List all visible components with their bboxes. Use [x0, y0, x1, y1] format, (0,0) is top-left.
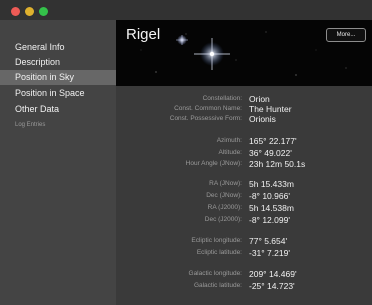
detail-label: RA (J2000): [207, 204, 242, 211]
detail-value: 36° 49.022' [249, 148, 292, 158]
detail-row-constellation: Constellation: Orion [116, 94, 372, 104]
object-header: Rigel More... [116, 20, 372, 86]
detail-value: 5h 15.433m [249, 179, 294, 189]
detail-row-galactic-longitude: Galactic longitude: 209° 14.469' [116, 269, 372, 279]
sidebar-item-other-data[interactable]: Other Data [0, 102, 116, 117]
detail-row-ecliptic-latitude: Ecliptic latitude: -31° 7.219' [116, 248, 372, 258]
detail-row-azimuth: Azimuth: 165° 22.177' [116, 136, 372, 146]
detail-label: Const. Common Name: [174, 105, 242, 112]
detail-row-ecliptic-longitude: Ecliptic longitude: 77° 5.654' [116, 236, 372, 246]
detail-value: 77° 5.654' [249, 236, 288, 246]
detail-label: Galactic longitude: [188, 270, 242, 277]
detail-label: Ecliptic longitude: [191, 237, 242, 244]
sidebar-item-position-in-sky[interactable]: Position in Sky [0, 70, 116, 85]
object-title: Rigel [126, 26, 161, 43]
minimize-window-button[interactable] [25, 7, 34, 16]
more-button[interactable]: More... [326, 28, 366, 42]
detail-label: Dec (JNow): [206, 192, 242, 199]
close-window-button[interactable] [11, 7, 20, 16]
detail-value: -8° 10.966' [249, 191, 290, 201]
detail-label: Ecliptic latitude: [196, 249, 242, 256]
detail-row-ra-j2000: RA (J2000): 5h 14.538m [116, 203, 372, 213]
detail-value: 5h 14.538m [249, 203, 294, 213]
detail-value: The Hunter [249, 104, 292, 114]
detail-row-hour-angle: Hour Angle (JNow): 23h 12m 50.1s [116, 159, 372, 169]
detail-row-dec-j2000: Dec (J2000): -8° 12.099' [116, 215, 372, 225]
detail-value: 165° 22.177' [249, 136, 297, 146]
sidebar: General Info Description Position in Sky… [0, 20, 116, 305]
detail-value: -8° 12.099' [249, 215, 290, 225]
detail-value: Orion [249, 94, 270, 104]
detail-row-altitude: Altitude: 36° 49.022' [116, 148, 372, 158]
app-window: General Info Description Position in Sky… [0, 0, 372, 305]
detail-label: Galactic latitude: [193, 282, 242, 289]
sidebar-item-general-info[interactable]: General Info [0, 40, 116, 55]
detail-label: Altitude: [218, 149, 243, 156]
detail-row-dec-jnow: Dec (JNow): -8° 10.966' [116, 191, 372, 201]
zoom-window-button[interactable] [39, 7, 48, 16]
detail-row-galactic-latitude: Galactic latitude: -25° 14.723' [116, 281, 372, 291]
detail-row-ra-jnow: RA (JNow): 5h 15.433m [116, 179, 372, 189]
detail-value: 23h 12m 50.1s [249, 159, 306, 169]
detail-row-const-common-name: Const. Common Name: The Hunter [116, 104, 372, 114]
detail-row-const-possessive: Const. Possessive Form: Orionis [116, 114, 372, 124]
detail-label: Dec (J2000): [204, 216, 242, 223]
detail-label: Azimuth: [216, 137, 242, 144]
detail-value: -25° 14.723' [249, 281, 295, 291]
detail-value: Orionis [249, 114, 276, 124]
detail-value: 209° 14.469' [249, 269, 297, 279]
sidebar-item-description[interactable]: Description [0, 55, 116, 70]
position-details: Constellation: Orion Const. Common Name:… [116, 86, 372, 305]
sidebar-item-log-entries[interactable]: Log Entries [0, 119, 116, 131]
sidebar-item-position-in-space[interactable]: Position in Space [0, 86, 116, 101]
title-bar [0, 0, 372, 20]
detail-label: Const. Possessive Form: [169, 115, 242, 122]
detail-label: Constellation: [202, 95, 242, 102]
detail-label: Hour Angle (JNow): [185, 160, 242, 167]
detail-label: RA (JNow): [209, 180, 242, 187]
detail-value: -31° 7.219' [249, 248, 290, 258]
